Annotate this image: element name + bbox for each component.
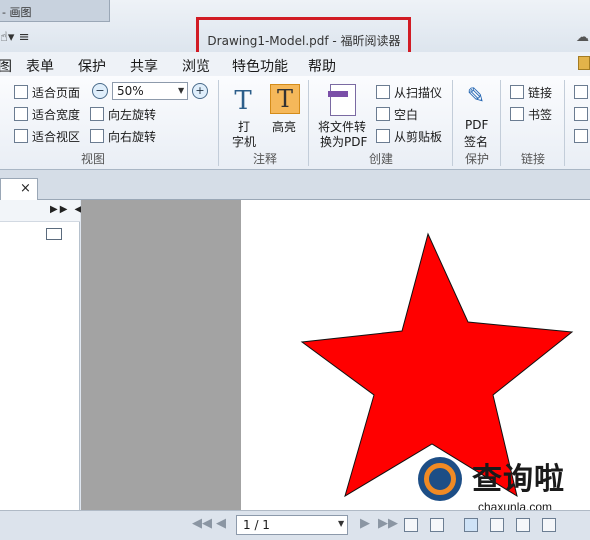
menu-bar: 图 表单 保护 共享 浏览 特色功能 帮助 <box>0 52 590 76</box>
continuous-facing-view-icon[interactable] <box>542 518 556 532</box>
zoom-select[interactable]: 50% <box>112 82 188 100</box>
single-page-view-icon[interactable] <box>464 518 478 532</box>
first-page-icon[interactable]: ◀◀ <box>192 516 212 531</box>
next-page-icon[interactable]: ▶ <box>360 516 370 531</box>
menu-item-browse[interactable]: 浏览 <box>182 56 210 76</box>
group-label-protect: 保护 <box>464 152 489 166</box>
typewriter-icon[interactable]: T <box>228 86 258 116</box>
zoom-in-icon[interactable]: + <box>192 83 208 99</box>
ribbon-divider <box>218 80 219 166</box>
last-page-icon[interactable]: ▶▶ <box>378 516 398 531</box>
document-background <box>81 200 241 510</box>
group-label-link: 链接 <box>520 152 545 166</box>
clipboard-icon <box>376 129 390 143</box>
chevron-down-icon[interactable]: ▼ <box>338 519 344 528</box>
fit-width-icon <box>14 107 28 121</box>
ribbon-divider <box>500 80 501 166</box>
blank-page-icon <box>376 107 390 121</box>
rotate-left-icon <box>90 107 104 121</box>
highlight-icon[interactable]: T <box>270 84 300 114</box>
fit-page-icon <box>14 85 28 99</box>
panel-collapse-icon[interactable]: ▶▶ ◀ <box>50 204 84 215</box>
next-view-icon[interactable] <box>430 518 444 532</box>
ribbon-divider <box>564 80 565 166</box>
menu-item-help[interactable]: 帮助 <box>308 56 336 76</box>
pen-sign-icon[interactable]: ✎ <box>462 84 490 114</box>
from-clipboard-button[interactable]: 从剪贴板 <box>394 128 442 145</box>
panel-options-icon[interactable] <box>46 228 62 240</box>
pdf-sign-label-1[interactable]: PDF <box>465 118 488 132</box>
page-number-field[interactable]: 1 / 1 <box>236 515 348 535</box>
fit-region-button[interactable]: 适合视区 <box>32 128 80 145</box>
fit-region-icon <box>14 129 28 143</box>
menu-item-share[interactable]: 共享 <box>130 56 158 76</box>
search-icon <box>424 463 456 495</box>
facing-view-icon[interactable] <box>516 518 530 532</box>
menu-item-view[interactable]: 图 <box>0 56 12 76</box>
menu-item-features[interactable]: 特色功能 <box>232 56 288 76</box>
convert-label-2[interactable]: 换为PDF <box>320 133 367 150</box>
previous-view-icon[interactable] <box>404 518 418 532</box>
group-label-comment: 注释 <box>252 152 277 166</box>
link-icon <box>510 85 524 99</box>
convert-to-pdf-icon[interactable] <box>328 84 356 116</box>
ribbon-divider <box>308 80 309 166</box>
from-scanner-button[interactable]: 从扫描仪 <box>394 84 442 101</box>
paint-window-tab[interactable]: - 画图 <box>0 0 110 22</box>
rotate-right-icon <box>90 129 104 143</box>
typewriter-label-2[interactable]: 字机 <box>232 133 256 150</box>
zoom-out-icon[interactable]: − <box>92 83 108 99</box>
previous-page-icon[interactable]: ◀ <box>216 516 226 531</box>
bookmark-icon <box>510 107 524 121</box>
fit-width-button[interactable]: 适合宽度 <box>32 106 80 123</box>
group-label-view: 视图 <box>80 152 105 166</box>
blank-button[interactable]: 空白 <box>394 106 418 123</box>
rotate-left-button[interactable]: 向左旋转 <box>108 106 156 123</box>
attachment-icon[interactable] <box>574 85 588 99</box>
quick-access-toolbar[interactable]: ☝▾ ≡ <box>0 30 40 48</box>
chevron-down-icon[interactable]: ▼ <box>178 86 184 95</box>
link-button[interactable]: 链接 <box>528 84 552 101</box>
menu-item-form[interactable]: 表单 <box>26 56 54 76</box>
form-field-icon[interactable] <box>574 107 588 121</box>
folder-icon[interactable] <box>578 56 590 70</box>
window-title: Drawing1-Model.pdf - 福昕阅读器 <box>207 34 401 48</box>
continuous-view-icon[interactable] <box>490 518 504 532</box>
pdf-sign-label-2[interactable]: 签名 <box>464 133 488 150</box>
menu-item-protect[interactable]: 保护 <box>78 56 106 76</box>
fit-page-button[interactable]: 适合页面 <box>32 84 80 101</box>
navigation-panel <box>0 200 80 510</box>
scanner-icon <box>376 85 390 99</box>
image-icon[interactable] <box>574 129 588 143</box>
highlight-button[interactable]: 高亮 <box>272 118 296 135</box>
document-tab[interactable] <box>0 178 38 200</box>
close-icon[interactable]: × <box>20 181 31 196</box>
rotate-right-button[interactable]: 向右旋转 <box>108 128 156 145</box>
bookmark-button[interactable]: 书签 <box>528 106 552 123</box>
document-tab-strip <box>0 170 590 200</box>
group-label-create: 创建 <box>368 152 393 166</box>
cloud-icon[interactable]: ☁ <box>576 30 589 45</box>
watermark-title: 查询啦 <box>472 462 565 497</box>
ribbon-divider <box>452 80 453 166</box>
